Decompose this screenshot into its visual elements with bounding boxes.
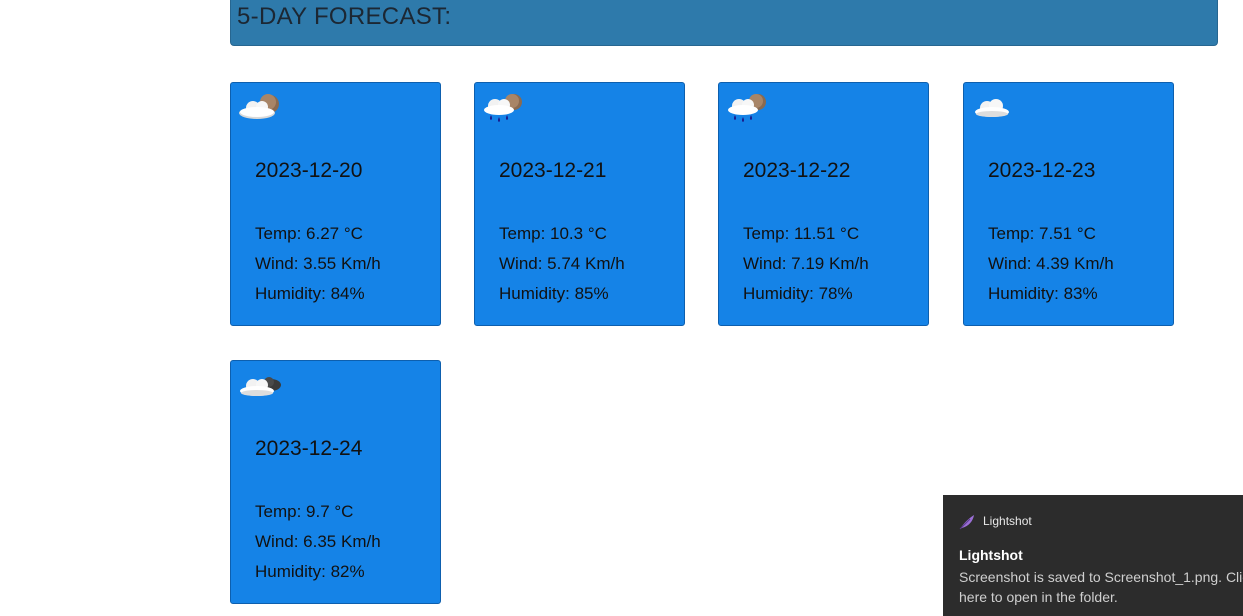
feather-icon <box>959 515 974 530</box>
notification-message[interactable]: Screenshot is saved to Screenshot_1.png.… <box>959 567 1243 607</box>
forecast-card: 2023-12-20 Temp: 6.27 °C Wind: 3.55 Km/h… <box>230 82 441 326</box>
forecast-temp: Temp: 9.7 °C <box>255 502 354 521</box>
notification-app-name: Lightshot <box>983 514 1032 528</box>
forecast-wind: Wind: 4.39 Km/h <box>988 254 1114 273</box>
forecast-humidity: Humidity: 84% <box>255 284 365 303</box>
forecast-wind: Wind: 5.74 Km/h <box>499 254 625 273</box>
forecast-humidity: Humidity: 85% <box>499 284 609 303</box>
lightshot-notification[interactable]: Lightshot Lightshot Screenshot is saved … <box>943 495 1243 616</box>
forecast-card: 2023-12-22 Temp: 11.51 °C Wind: 7.19 Km/… <box>718 82 929 326</box>
forecast-card: 2023-12-21 Temp: 10.3 °C Wind: 5.74 Km/h… <box>474 82 685 326</box>
forecast-date: 2023-12-24 <box>255 437 363 460</box>
forecast-humidity: Humidity: 83% <box>988 284 1098 303</box>
forecast-wind: Wind: 6.35 Km/h <box>255 532 381 551</box>
rain-icon <box>484 94 522 122</box>
forecast-wind: Wind: 3.55 Km/h <box>255 254 381 273</box>
partly-cloudy-icon <box>239 94 279 119</box>
forecast-date: 2023-12-20 <box>255 159 363 182</box>
forecast-card: 2023-12-24 Temp: 9.7 °C Wind: 6.35 Km/h … <box>230 360 441 604</box>
forecast-title: 5-DAY FORECAST: <box>237 3 452 30</box>
forecast-date: 2023-12-21 <box>499 159 607 182</box>
forecast-card: 2023-12-23 Temp: 7.51 °C Wind: 4.39 Km/h… <box>963 82 1174 326</box>
cloud-icon <box>975 99 1009 117</box>
forecast-header: 5-DAY FORECAST: <box>230 0 1218 46</box>
forecast-temp: Temp: 10.3 °C <box>499 224 607 243</box>
forecast-date: 2023-12-22 <box>743 159 851 182</box>
forecast-humidity: Humidity: 82% <box>255 562 365 581</box>
notification-title: Lightshot <box>959 547 1023 563</box>
forecast-temp: Temp: 11.51 °C <box>743 224 860 243</box>
forecast-date: 2023-12-23 <box>988 159 1096 182</box>
overcast-icon <box>240 377 281 396</box>
rain-icon <box>728 94 766 122</box>
forecast-temp: Temp: 7.51 °C <box>988 224 1096 243</box>
forecast-wind: Wind: 7.19 Km/h <box>743 254 869 273</box>
forecast-temp: Temp: 6.27 °C <box>255 224 363 243</box>
forecast-humidity: Humidity: 78% <box>743 284 853 303</box>
